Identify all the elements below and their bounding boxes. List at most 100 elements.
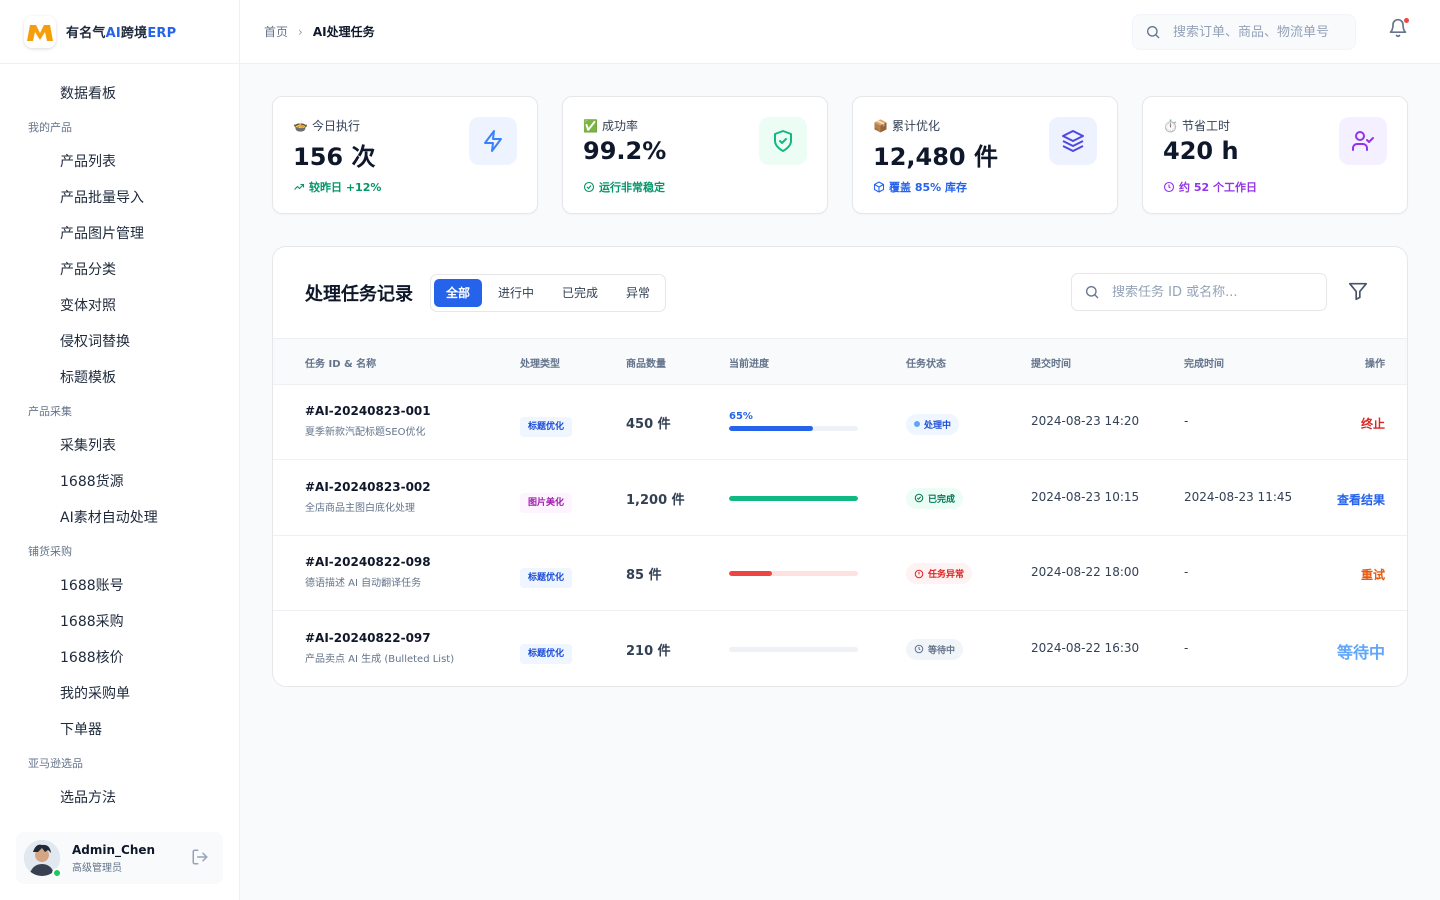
column-header: 完成时间 <box>1184 359 1224 370</box>
sidebar-item[interactable]: 1688采购 <box>0 604 239 640</box>
sidebar-item[interactable]: 产品分类 <box>0 252 239 288</box>
sidebar-group-label: 我的产品 <box>28 121 72 134</box>
sidebar-item[interactable]: 产品列表 <box>0 144 239 180</box>
sidebar-item[interactable]: 产品批量导入 <box>0 180 239 216</box>
layers-icon <box>1049 117 1097 165</box>
clock-icon <box>1163 181 1175 193</box>
status-badge: 等待中 <box>906 638 964 660</box>
processing-dot-icon <box>914 421 920 427</box>
quantity: 1,200 件 <box>626 492 685 508</box>
user-role: 高级管理员 <box>72 862 122 874</box>
task-search[interactable] <box>1071 273 1327 311</box>
tab-1[interactable]: 进行中 <box>486 279 546 307</box>
task-id: #AI-20240822-098 <box>305 555 431 569</box>
sidebar-item[interactable]: 1688账号 <box>0 568 239 604</box>
progress-cell: 65% <box>729 411 858 431</box>
stat-label: 📦 累计优化 <box>873 117 940 134</box>
breadcrumb: 首页 › AI处理任务 <box>264 23 375 40</box>
type-cell: 标题优化 <box>520 414 573 437</box>
task-search-input[interactable] <box>1112 284 1312 300</box>
sidebar-item[interactable]: 产品图片管理 <box>0 216 239 252</box>
task-id: #AI-20240823-001 <box>305 404 431 418</box>
breadcrumb-home[interactable]: 首页 <box>264 23 288 40</box>
user-check-icon <box>1339 117 1387 165</box>
stat-label: ✅ 成功率 <box>583 117 638 134</box>
task-name: 夏季新款汽配标题SEO优化 <box>305 427 426 438</box>
top-header: 首页 › AI处理任务 <box>240 0 1440 64</box>
submitted-time: 2024-08-22 16:30 <box>1031 640 1140 655</box>
global-search-input[interactable] <box>1173 24 1353 40</box>
stat-value: 99.2% <box>583 137 667 165</box>
logout-icon[interactable] <box>191 848 209 870</box>
brand[interactable]: 有名气AI跨境ERP <box>0 0 239 64</box>
user-name: Admin_Chen <box>72 842 156 857</box>
tab-2[interactable]: 已完成 <box>550 279 610 307</box>
stat-value: 420 h <box>1163 137 1239 165</box>
task-name: 德语描述 AI 自动翻译任务 <box>305 578 422 589</box>
lightning-icon <box>469 117 517 165</box>
shield-check-icon <box>759 117 807 165</box>
sidebar-nav: 数据看板 我的产品产品列表 产品批量导入 产品图片管理 产品分类 变体对照 侵权词替换 标题… <box>0 76 239 814</box>
sidebar-item-dashboard[interactable]: 数据看板 <box>0 76 239 112</box>
check-circle-icon <box>583 181 595 193</box>
status-cell: 等待中 <box>906 638 964 660</box>
box-icon <box>873 181 885 193</box>
row-action-button[interactable]: 重试 <box>1361 566 1385 583</box>
progress-fill <box>729 495 858 501</box>
sidebar-item[interactable]: 侵权词替换 <box>0 324 239 360</box>
row-action-button[interactable]: 等待中 <box>1337 639 1385 663</box>
stat-note: 覆盖 85% 库存 <box>873 179 967 195</box>
sidebar-item[interactable]: 1688核价 <box>0 640 239 676</box>
column-header: 任务状态 <box>906 359 946 370</box>
table-row: #AI-20240823-002 全店商品主图白底化处理 图片美化 1,200 件 已完… <box>273 461 1407 536</box>
type-tag: 标题优化 <box>520 643 573 664</box>
filter-icon[interactable] <box>1347 280 1369 306</box>
type-tag: 图片美化 <box>520 492 573 513</box>
finished-time: - <box>1184 640 1189 655</box>
sidebar-group-label: 铺货采购 <box>28 545 72 558</box>
sidebar-item[interactable]: 我的采购单 <box>0 676 239 712</box>
progress-cell <box>729 495 858 501</box>
row-action-button[interactable]: 终止 <box>1361 415 1385 432</box>
stat-label-text: 累计优化 <box>891 119 940 133</box>
online-status-dot <box>52 868 62 878</box>
sidebar-item[interactable]: 下单器 <box>0 712 239 748</box>
column-header: 处理类型 <box>520 359 560 370</box>
brand-logo-icon <box>24 15 56 48</box>
row-action-button[interactable]: 查看结果 <box>1337 491 1385 508</box>
sidebar-item[interactable]: 1688货源 <box>0 464 239 500</box>
sidebar-item[interactable]: 变体对照 <box>0 288 239 324</box>
progress-label: 65% <box>729 411 753 422</box>
progress-fill <box>729 571 772 576</box>
column-header: 商品数量 <box>626 359 666 370</box>
user-card[interactable]: Admin_Chen 高级管理员 <box>16 832 223 884</box>
global-search[interactable] <box>1132 14 1356 50</box>
column-header: 任务 ID & 名称 <box>305 359 377 370</box>
type-cell: 标题优化 <box>520 641 573 664</box>
sidebar: 有名气AI跨境ERP 数据看板 我的产品产品列表 产品批量导入 产品图片管理 产品分类… <box>0 0 240 900</box>
sidebar-group-label: 亚马逊选品 <box>28 757 83 770</box>
notification-badge <box>1404 18 1409 23</box>
status-badge: 处理中 <box>906 413 960 435</box>
sidebar-item[interactable]: 选品方法 <box>0 780 239 814</box>
tab-0[interactable]: 全部 <box>434 279 483 307</box>
status-cell: 处理中 <box>906 412 960 435</box>
stat-note: 较昨日 +12% <box>293 179 381 195</box>
status-text: 已完成 <box>928 494 956 505</box>
task-id-cell: #AI-20240822-098 德语描述 AI 自动翻译任务 <box>305 555 431 589</box>
task-id-cell: #AI-20240823-001 夏季新款汽配标题SEO优化 <box>305 404 431 438</box>
table-row: #AI-20240822-098 德语描述 AI 自动翻译任务 标题优化 85 件 任务… <box>273 536 1407 611</box>
stat-label-text: 成功率 <box>601 119 638 133</box>
tab-3[interactable]: 异常 <box>614 279 662 307</box>
stat-card: ✅ 成功率 99.2% 运行非常稳定 <box>562 96 828 214</box>
clock-icon <box>914 644 924 654</box>
task-name: 全店商品主图白底化处理 <box>305 502 415 514</box>
sidebar-item[interactable]: 采集列表 <box>0 428 239 464</box>
stat-label: 🍲 今日执行 <box>293 117 360 134</box>
type-tag: 标题优化 <box>520 417 573 437</box>
sidebar-item[interactable]: AI素材自动处理 <box>0 500 239 536</box>
sidebar-item[interactable]: 标题模板 <box>0 360 239 396</box>
quantity: 85 件 <box>626 568 662 583</box>
status-text: 等待中 <box>928 645 956 656</box>
quantity: 450 件 <box>626 417 671 432</box>
